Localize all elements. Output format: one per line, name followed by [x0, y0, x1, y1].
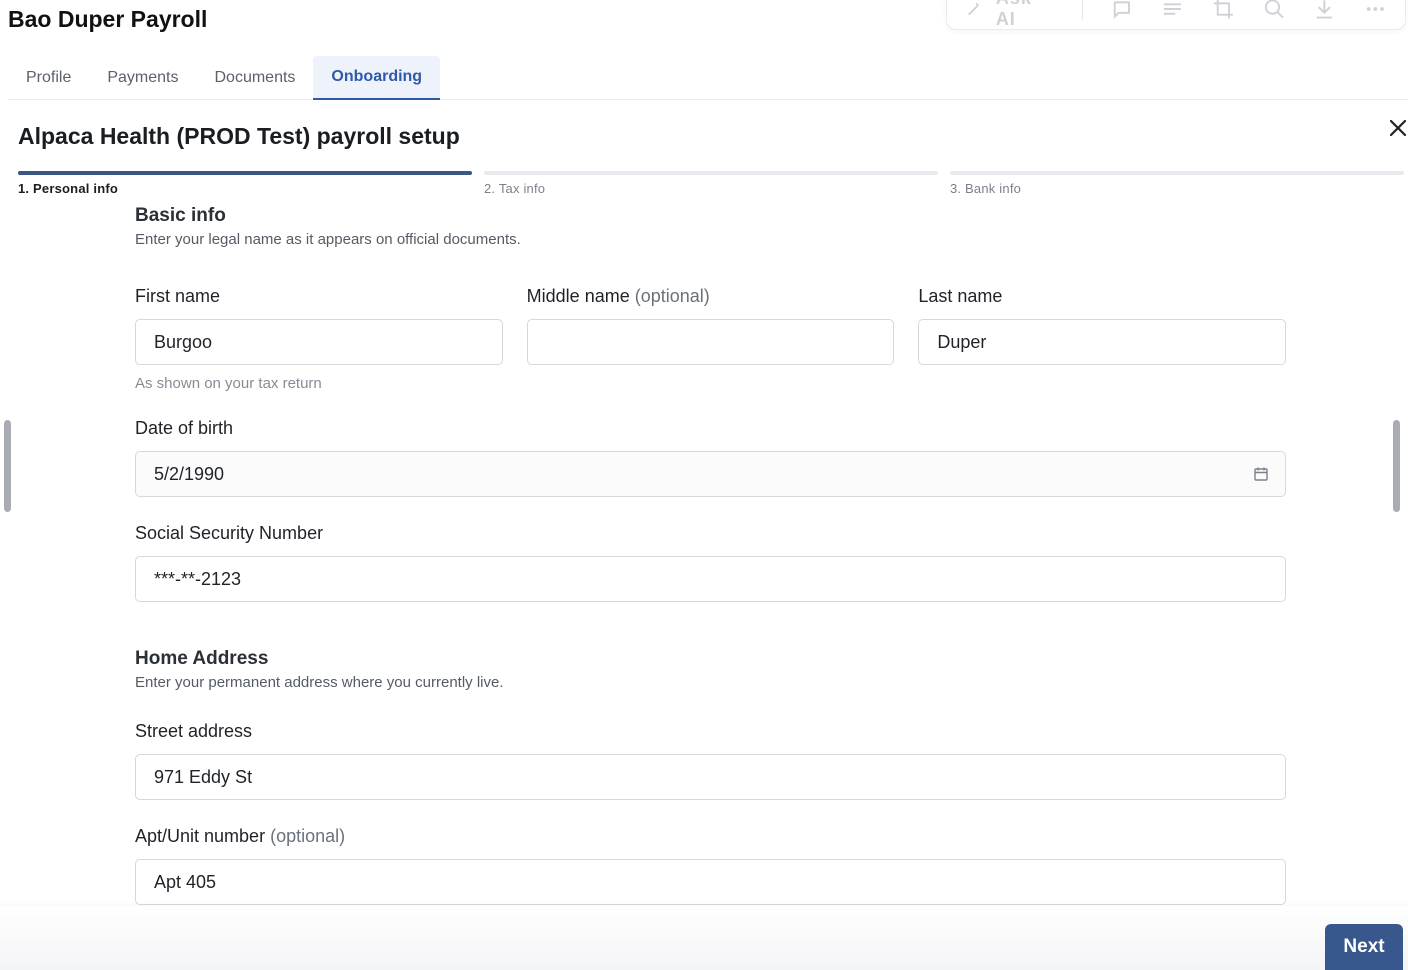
personal-info-form: Basic info Enter your legal name as it a… [135, 205, 1287, 905]
step-bar [18, 171, 472, 175]
comment-icon[interactable] [1110, 0, 1133, 21]
middle-name-label: Middle name (optional) [527, 286, 895, 307]
ssn-input[interactable]: ***-**-2123 [135, 556, 1286, 602]
floating-toolbar: Ask AI [946, 0, 1406, 30]
first-name-input[interactable]: Burgoo [135, 319, 503, 365]
last-name-input[interactable]: Duper [918, 319, 1287, 365]
apt-input[interactable]: Apt 405 [135, 859, 1286, 905]
setup-title: Alpaca Health (PROD Test) payroll setup [18, 123, 460, 149]
street-input[interactable]: 971 Eddy St [135, 754, 1286, 800]
basic-info-title: Basic info [135, 205, 226, 226]
footer-bar [0, 906, 1408, 970]
tab-payments[interactable]: Payments [89, 56, 196, 100]
apt-label: Apt/Unit number (optional) [135, 826, 1286, 847]
more-icon[interactable] [1364, 0, 1387, 21]
ask-ai-button[interactable]: Ask AI [965, 0, 1054, 30]
step-bar [950, 171, 1404, 175]
step-label: 1. Personal info [18, 181, 119, 196]
apt-group: Apt/Unit number (optional) Apt 405 [135, 826, 1286, 905]
middle-name-group: Middle name (optional) [526, 286, 895, 392]
optional-tag: (optional) [634, 286, 710, 306]
left-scrollbar[interactable] [4, 420, 11, 512]
middle-name-label-text: Middle name [526, 286, 630, 306]
zoom-icon[interactable] [1263, 0, 1286, 21]
last-name-label: Last name [918, 286, 1003, 306]
name-row: First name Burgoo As shown on your tax r… [135, 286, 1287, 392]
first-name-group: First name Burgoo As shown on your tax r… [135, 286, 503, 392]
home-address-section: Home Address Enter your permanent addres… [135, 648, 1286, 691]
dob-input[interactable]: 5/2/1990 [135, 451, 1286, 497]
first-name-hint: As shown on your tax return [135, 375, 322, 392]
first-name-label: First name [135, 286, 221, 306]
optional-tag: (optional) [270, 826, 346, 846]
calendar-icon[interactable] [1253, 466, 1269, 482]
dob-value: 5/2/1990 [154, 463, 225, 484]
step-bar [484, 171, 938, 175]
progress-stepper: 1. Personal info 2. Tax info 3. Bank inf… [18, 171, 1404, 196]
ssn-label: Social Security Number [135, 523, 324, 543]
ask-ai-label: Ask AI [995, 0, 1031, 29]
close-icon[interactable] [1386, 116, 1408, 140]
ssn-group: Social Security Number ***-**-2123 [135, 523, 1286, 602]
lines-icon[interactable] [1161, 0, 1184, 21]
apt-label-text: Apt/Unit number [135, 826, 266, 846]
tab-documents[interactable]: Documents [197, 56, 314, 100]
street-group: Street address 971 Eddy St [135, 721, 1286, 800]
next-button[interactable]: Next [1325, 924, 1403, 970]
middle-name-input[interactable] [526, 319, 895, 365]
dob-label: Date of birth [135, 418, 234, 438]
tab-onboarding[interactable]: Onboarding [313, 56, 441, 100]
sparkle-icon [968, 2, 979, 16]
tab-profile[interactable]: Profile [8, 56, 89, 100]
basic-info-description: Enter your legal name as it appears on o… [135, 231, 521, 248]
step-label: 3. Bank info [950, 181, 1022, 196]
right-scrollbar[interactable] [1393, 420, 1400, 512]
step-personal-info: 1. Personal info [18, 171, 472, 196]
home-address-description: Enter your permanent address where you c… [135, 674, 504, 691]
crop-icon[interactable] [1212, 0, 1235, 21]
download-icon[interactable] [1313, 0, 1336, 21]
home-address-title: Home Address [135, 648, 269, 669]
toolbar-divider [1081, 0, 1083, 20]
app-title: Bao Duper Payroll [8, 6, 208, 32]
dob-group: Date of birth 5/2/1990 [135, 418, 1286, 497]
step-bank-info: 3. Bank info [950, 171, 1404, 196]
last-name-group: Last name Duper [918, 286, 1287, 392]
step-tax-info: 2. Tax info [484, 171, 938, 196]
tab-bar: Profile Payments Documents Onboarding [8, 56, 1408, 100]
step-label: 2. Tax info [484, 181, 546, 196]
street-label: Street address [135, 721, 253, 741]
